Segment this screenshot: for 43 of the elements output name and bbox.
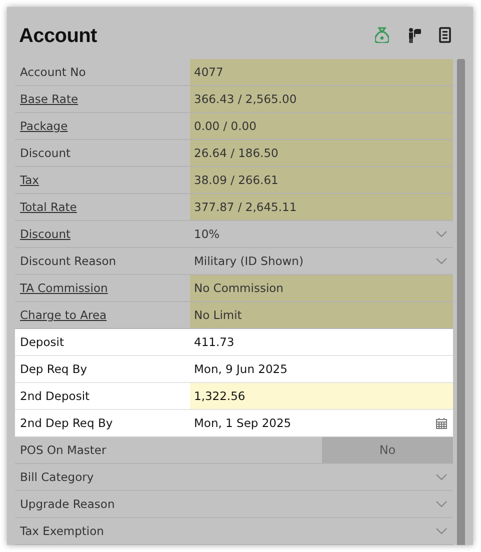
readonly-value: 26.64 / 186.50 (190, 140, 453, 166)
readonly-value: 0.00 / 0.00 (190, 113, 453, 139)
money-bag-icon[interactable] (375, 27, 389, 43)
field-label: Account No (20, 65, 86, 79)
field-value: 411.73 (193, 334, 236, 351)
chevron-down-icon[interactable] (436, 501, 447, 507)
chevron-down-icon[interactable] (436, 231, 447, 237)
field-label: Bill Category (20, 470, 94, 484)
readonly-value: 38.09 / 266.61 (190, 167, 453, 193)
scrollbar[interactable] (457, 59, 465, 545)
field-label: Tax Exemption (20, 524, 104, 538)
field-link[interactable]: TA Commission (20, 281, 108, 295)
calendar-icon[interactable] (436, 418, 447, 428)
field-link[interactable]: Package (20, 119, 68, 133)
chevron-down-icon[interactable] (436, 258, 447, 264)
field-label: 2nd Deposit (20, 389, 90, 403)
field-link[interactable]: Total Rate (20, 200, 77, 214)
document-icon[interactable] (439, 27, 451, 43)
person-sign-icon[interactable] (407, 27, 421, 43)
field-link[interactable]: Tax (20, 173, 39, 187)
field-link[interactable]: Base Rate (20, 92, 78, 106)
date-value[interactable]: Mon, 1 Sep 2025 (194, 416, 292, 430)
chevron-down-icon[interactable] (436, 528, 447, 534)
chevron-down-icon[interactable] (436, 474, 447, 480)
field-link[interactable]: Discount (20, 227, 70, 241)
field-label: Deposit (20, 335, 64, 349)
field-label: 2nd Dep Req By (20, 416, 113, 430)
readonly-value: 366.43 / 2,565.00 (190, 86, 453, 112)
readonly-value: No Commission (190, 275, 453, 301)
readonly-value: No Limit (190, 302, 453, 328)
field-value: Mon, 9 Jun 2025 (193, 361, 288, 378)
field-label: Dep Req By (20, 362, 88, 376)
readonly-value: 377.87 / 2,645.11 (190, 194, 453, 220)
field-label: Discount Reason (20, 254, 116, 268)
input-field[interactable]: 1,322.56 (190, 383, 453, 409)
dropdown-value[interactable]: 10% (194, 227, 220, 241)
panel-title: Account (19, 24, 97, 48)
readonly-value: 4077 (190, 59, 453, 85)
field-label: Upgrade Reason (20, 497, 115, 511)
dropdown-value[interactable]: Military (ID Shown) (194, 254, 304, 268)
field-label: POS On Master (20, 443, 106, 457)
field-link[interactable]: Charge to Area (20, 308, 107, 322)
field-label: Discount (20, 146, 70, 160)
